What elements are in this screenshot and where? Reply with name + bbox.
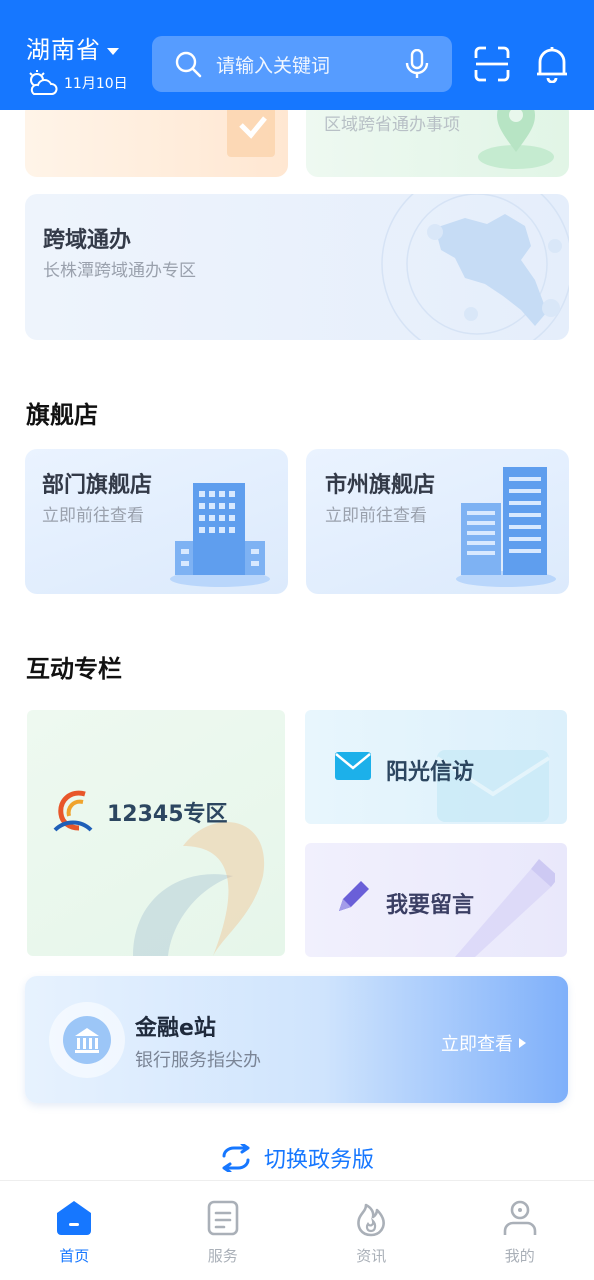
finance-subtitle: 银行服务指尖办: [135, 1050, 261, 1071]
finance-action-label: 立即查看: [441, 1034, 513, 1055]
city-buildings-icon: [456, 467, 556, 587]
triangle-right-icon: [519, 1038, 526, 1048]
tab-home-label: 首页: [59, 1247, 90, 1265]
scan-icon[interactable]: [474, 46, 510, 82]
cross-province-sub: 区域跨省通办事项: [324, 115, 460, 135]
building-icon: [170, 483, 270, 587]
search-icon: [175, 51, 202, 78]
switch-version-button[interactable]: 切换政务版: [0, 1142, 594, 1174]
checkmark-icon: [227, 100, 275, 157]
person-icon: [503, 1200, 537, 1235]
finance-title: 金融e站: [135, 1016, 216, 1041]
city-store-title: 市州旗舰店: [325, 473, 436, 498]
finance-view-link[interactable]: 立即查看: [441, 1030, 526, 1056]
city-store-subtitle: 立即前往查看: [325, 506, 427, 526]
finance-station-card[interactable]: 金融e站 银行服务指尖办 立即查看: [25, 976, 568, 1103]
bell-icon[interactable]: [534, 45, 570, 83]
tab-mine[interactable]: 我的: [446, 1181, 594, 1280]
department-store-title: 部门旗舰店: [42, 473, 153, 498]
date-label: 11月10日: [64, 76, 128, 92]
cross-region-title: 跨域通办: [43, 228, 132, 253]
petition-label: 阳光信访: [386, 760, 475, 785]
switch-version-label: 切换政务版: [263, 1148, 374, 1173]
province-selector[interactable]: 湖南省: [26, 30, 119, 65]
weather-date: 11月10日: [26, 70, 128, 96]
top-left-card[interactable]: [25, 100, 288, 177]
cloud-sun-icon: [29, 70, 58, 95]
leave-message-label: 我要留言: [386, 893, 475, 918]
top-right-card[interactable]: 区域跨省通办事项: [306, 100, 569, 177]
department-store-subtitle: 立即前往查看: [42, 506, 144, 526]
swap-arrows-icon: [222, 1144, 250, 1172]
petition-card[interactable]: 阳光信访: [305, 710, 567, 824]
department-store-card[interactable]: 部门旗舰店 立即前往查看: [25, 449, 288, 594]
city-store-card[interactable]: 市州旗舰店 立即前往查看: [306, 449, 569, 594]
caret-down-icon: [107, 47, 119, 55]
leave-message-card[interactable]: 我要留言: [305, 843, 567, 957]
search-bar[interactable]: 请输入关键词: [152, 36, 452, 92]
tab-home[interactable]: 首页: [0, 1181, 149, 1280]
pencil-icon: [339, 881, 369, 911]
tab-news-label: 资讯: [356, 1247, 387, 1265]
location-pin-icon: [478, 100, 554, 169]
tab-news[interactable]: 资讯: [297, 1181, 446, 1280]
hotline-12345-card[interactable]: 12345专区: [27, 710, 285, 956]
search-placeholder: 请输入关键词: [216, 54, 331, 77]
flagship-heading: 旗舰店: [26, 401, 98, 429]
cross-region-subtitle: 长株潭跨域通办专区: [43, 261, 196, 281]
interactive-heading: 互动专栏: [26, 655, 122, 683]
hotline-label: 12345专区: [107, 802, 228, 827]
service-icon: [207, 1200, 239, 1236]
microphone-icon[interactable]: [404, 49, 430, 79]
hotline-logo-icon: [53, 790, 93, 832]
tab-service-label: 服务: [207, 1247, 238, 1265]
tab-service[interactable]: 服务: [149, 1181, 298, 1280]
map-icon: [381, 194, 569, 340]
bottom-tab-bar: 首页 服务 资讯 我的: [0, 1180, 594, 1280]
cross-region-card[interactable]: 跨域通办 长株潭跨域通办专区: [25, 194, 569, 340]
bank-icon: [63, 1016, 111, 1064]
flame-icon: [357, 1203, 386, 1237]
home-icon: [57, 1201, 92, 1235]
tab-mine-label: 我的: [504, 1247, 535, 1265]
top-header: 湖南省 11月10日 请输入关键词: [0, 0, 594, 110]
mail-icon: [335, 752, 371, 780]
province-label: 湖南省: [26, 36, 101, 64]
